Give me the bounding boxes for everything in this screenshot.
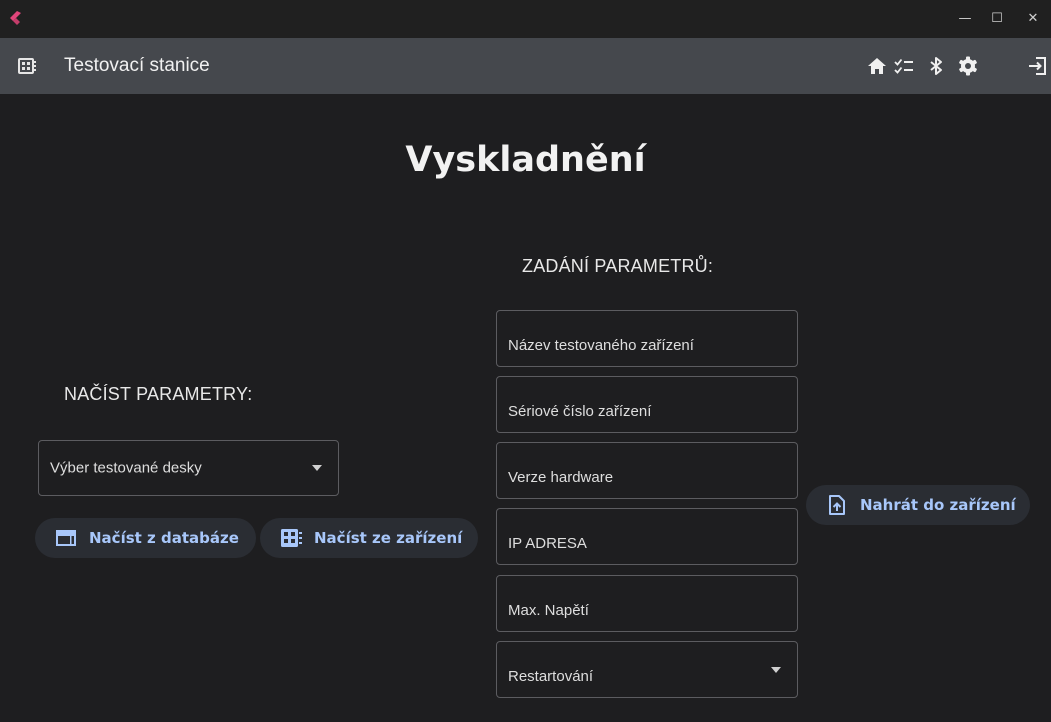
flutter-logo-icon xyxy=(10,11,21,25)
window-titlebar: — ☐ ✕ xyxy=(0,0,1051,38)
settings-icon[interactable] xyxy=(957,55,979,77)
load-from-database-label: Načíst z databáze xyxy=(89,529,239,547)
hardware-version-placeholder: Verze hardware xyxy=(508,469,614,486)
device-board-icon xyxy=(281,529,302,547)
upload-to-device-label: Nahrát do zařízení xyxy=(860,496,1016,514)
bluetooth-icon[interactable] xyxy=(925,55,947,77)
ip-address-field[interactable]: IP ADRESA xyxy=(496,508,798,565)
checklist-icon[interactable] xyxy=(893,55,915,77)
hardware-version-field[interactable]: Verze hardware xyxy=(496,442,798,499)
window-minimize-button[interactable]: — xyxy=(950,8,980,28)
restart-dropdown[interactable]: Restartování xyxy=(496,641,798,698)
board-select-dropdown[interactable]: Výber testované desky xyxy=(38,440,339,496)
load-parameters-label: NAČÍST PARAMETRY: xyxy=(64,384,253,404)
ip-address-placeholder: IP ADRESA xyxy=(508,535,587,552)
board-select-placeholder: Výber testované desky xyxy=(50,459,202,477)
load-from-device-label: Načíst ze zařízení xyxy=(314,529,463,547)
logout-icon[interactable] xyxy=(1027,55,1049,77)
restart-placeholder: Restartování xyxy=(508,668,594,685)
app-title: Testovací stanice xyxy=(64,55,210,76)
serial-number-field[interactable]: Sériové číslo zařízení xyxy=(496,376,798,433)
upload-to-device-button[interactable]: Nahrát do zařízení xyxy=(806,485,1030,525)
dropdown-arrow-icon xyxy=(771,666,781,673)
dropdown-arrow-icon xyxy=(312,465,322,471)
max-voltage-field[interactable]: Max. Napětí xyxy=(496,575,798,632)
device-name-field[interactable]: Název testovaného zařízení xyxy=(496,310,798,367)
device-name-placeholder: Název testovaného zařízení xyxy=(508,337,694,354)
file-upload-icon xyxy=(829,495,845,515)
serial-number-placeholder: Sériové číslo zařízení xyxy=(508,403,652,420)
window-close-button[interactable]: ✕ xyxy=(1018,8,1048,28)
load-from-device-button[interactable]: Načíst ze zařízení xyxy=(260,518,478,558)
home-icon[interactable] xyxy=(866,55,888,77)
window-maximize-button[interactable]: ☐ xyxy=(982,8,1012,28)
device-board-icon[interactable] xyxy=(18,57,36,75)
page-title: Vyskladnění xyxy=(405,140,646,180)
enter-parameters-label: ZADÁNÍ PARAMETRŮ: xyxy=(522,256,714,276)
database-table-icon xyxy=(56,530,76,546)
app-bar: Testovací stanice xyxy=(0,38,1051,94)
load-from-database-button[interactable]: Načíst z databáze xyxy=(35,518,256,558)
max-voltage-placeholder: Max. Napětí xyxy=(508,602,589,619)
